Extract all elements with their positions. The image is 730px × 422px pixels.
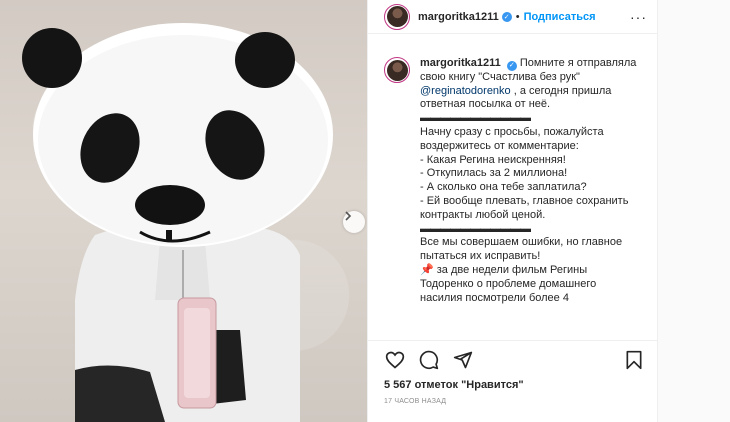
verified-icon: ✓ bbox=[501, 11, 512, 22]
bookmark-icon bbox=[626, 350, 642, 370]
caption-list-item: - А сколько она тебе заплатила? bbox=[420, 181, 587, 194]
dash-divider: ▬▬▬▬▬▬▬▬▬▬▬ bbox=[420, 112, 531, 125]
author-username[interactable]: margoritka1211 bbox=[418, 11, 499, 23]
mention-link[interactable]: @reginatodorenko bbox=[420, 85, 511, 97]
caption-text: margoritka1211 ✓ Помните я отправляла св… bbox=[420, 57, 640, 305]
pin-icon: 📌 bbox=[420, 264, 434, 277]
next-image-button[interactable] bbox=[343, 211, 365, 233]
caption-list-item: - Ей вообще плевать, главное сохранить к… bbox=[420, 195, 629, 221]
separator-dot: • bbox=[515, 10, 520, 23]
avatar[interactable] bbox=[384, 3, 410, 30]
comments-area[interactable]: margoritka1211 ✓ Помните я отправляла св… bbox=[368, 35, 657, 340]
verified-icon: ✓ bbox=[506, 60, 517, 71]
caption: margoritka1211 ✓ Помните я отправляла св… bbox=[384, 57, 645, 305]
caption-paragraph: за две недели фильм Регины Тодоренко о п… bbox=[420, 264, 597, 304]
caption-list-item: - Откупилась за 2 миллиона! bbox=[420, 167, 568, 180]
likes-link[interactable]: "Нравится" bbox=[461, 379, 524, 391]
post-timestamp[interactable]: 17 часов назад bbox=[384, 398, 645, 405]
share-icon bbox=[453, 351, 473, 369]
more-options-icon[interactable]: ··· bbox=[630, 9, 647, 25]
post-header: margoritka1211 ✓ • Подписаться ··· bbox=[368, 0, 657, 34]
post-photo[interactable] bbox=[0, 0, 367, 422]
follow-button[interactable]: Подписаться bbox=[524, 11, 596, 23]
caption-username[interactable]: margoritka1211 bbox=[420, 57, 501, 69]
dash-divider: ▬▬▬▬▬▬▬▬▬▬▬ bbox=[420, 222, 531, 235]
likes-number: 5 567 отметок bbox=[384, 379, 458, 391]
caption-avatar[interactable] bbox=[384, 57, 410, 83]
action-icons-row bbox=[384, 341, 645, 379]
comment-button[interactable] bbox=[418, 349, 440, 371]
caption-list-item: - Какая Регина неискренняя! bbox=[420, 153, 566, 166]
like-button[interactable] bbox=[384, 349, 406, 371]
caption-paragraph: Все мы совершаем ошибки, но главное пыта… bbox=[420, 236, 623, 263]
caption-paragraph: Начну сразу с просьбы, пожалуйста воздер… bbox=[420, 126, 604, 152]
heart-icon bbox=[385, 351, 405, 369]
comment-icon bbox=[419, 350, 439, 370]
panda-head-photo bbox=[22, 23, 333, 422]
likes-count[interactable]: 5 567 отметок "Нравится" bbox=[384, 379, 645, 391]
post-actions: 5 567 отметок "Нравится" 17 часов назад bbox=[368, 340, 657, 422]
save-button[interactable] bbox=[623, 349, 645, 371]
post-side-panel: margoritka1211 ✓ • Подписаться ··· margo… bbox=[367, 0, 658, 422]
share-button[interactable] bbox=[452, 349, 474, 371]
chevron-right-icon bbox=[345, 211, 352, 221]
page-background bbox=[658, 0, 730, 422]
